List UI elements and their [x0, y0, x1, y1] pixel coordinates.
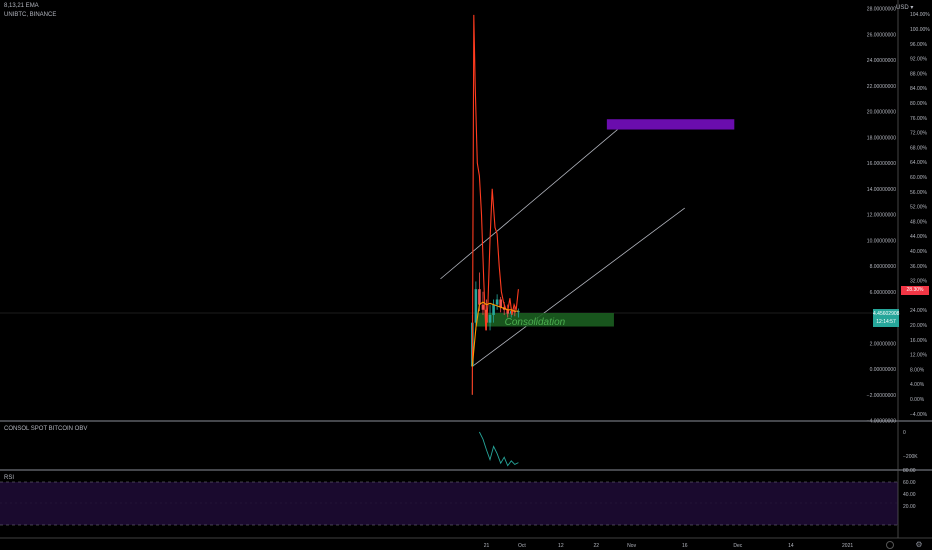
indicator-label[interactable]: 8,13,21 EMA	[4, 3, 39, 9]
candle-body-6	[492, 304, 495, 315]
chart-canvas[interactable]: 28.00000000 26.00000000 24.00000000 22.0000…	[0, 0, 932, 550]
percent-tick-12: 56.00%	[910, 190, 928, 196]
countdown-value: 12:14:57	[876, 319, 896, 325]
percent-tick-1: 100.00%	[910, 27, 930, 33]
price-tick-8: 12.00000000	[867, 213, 896, 219]
time-tick-0: 21	[484, 543, 490, 549]
price-tick-0: 28.00000000	[867, 7, 896, 13]
percent-tick-13: 52.00%	[910, 205, 928, 211]
percent-tick-0: 104.00%	[910, 12, 930, 18]
ema-series-0	[471, 14, 519, 395]
candle-body-3	[481, 304, 485, 310]
obv-tick-0: 0	[903, 430, 906, 436]
price-tick-3: 22.00000000	[867, 84, 896, 90]
auto-scale-button[interactable]	[886, 541, 894, 549]
channel-line-1	[472, 207, 685, 367]
price-tick-2: 24.00000000	[867, 58, 896, 64]
rsi-pane-title[interactable]: RSI	[4, 475, 14, 481]
percent-tick-5: 84.00%	[910, 86, 928, 92]
candle-body-8	[499, 299, 502, 308]
percent-tick-23: 8.00%	[910, 367, 925, 373]
price-tick-1: 26.00000000	[867, 32, 896, 38]
rsi-band	[0, 482, 898, 525]
time-tick-1: Oct	[518, 543, 526, 549]
percent-tick-25: 0.00%	[910, 397, 925, 403]
target-box	[606, 119, 735, 130]
ema-lines-layer	[471, 14, 519, 395]
price-tick-9: 10.00000000	[867, 238, 896, 244]
percent-tick-26: −4.00%	[910, 412, 928, 418]
candles-layer	[471, 272, 520, 395]
percent-tick-18: 32.00%	[910, 279, 928, 285]
percent-tick-8: 72.00%	[910, 131, 928, 137]
percent-tick-17: 36.00%	[910, 264, 928, 270]
price-tick-13: 0.00000000	[870, 367, 897, 373]
price-tick-10: 8.00000000	[870, 264, 897, 270]
time-tick-3: 22	[593, 543, 599, 549]
ema-percent-value: 28.30%	[906, 287, 924, 293]
time-tick-5: 16	[682, 543, 688, 549]
price-tick-5: 18.00000000	[867, 135, 896, 141]
axis-layer: 28.00000000 26.00000000 24.00000000 22.0000…	[484, 7, 931, 550]
rsi-tick-3: 20.00	[903, 504, 916, 510]
percent-tick-6: 80.00%	[910, 101, 928, 107]
ema-percent-badge: 28.30%	[901, 286, 929, 295]
percent-tick-10: 64.00%	[910, 160, 928, 166]
percent-tick-15: 44.00%	[910, 234, 928, 240]
current-price-badge: 4.45602908 12:14:57	[873, 309, 899, 327]
currency-dropdown-icon: ▾	[910, 5, 914, 11]
obv-layer	[478, 431, 519, 467]
percent-tick-2: 96.00%	[910, 42, 928, 48]
candle-body-5	[488, 314, 492, 323]
time-tick-6: Dec	[733, 543, 742, 549]
price-tick-12: 2.00000000	[870, 341, 897, 347]
obv-pane-title[interactable]: CONSOL SPOT BITCOIN OBV	[4, 426, 87, 432]
obv-series	[478, 431, 519, 467]
rsi-tick-2: 40.00	[903, 492, 916, 498]
percent-tick-4: 88.00%	[910, 71, 928, 77]
percent-tick-3: 92.00%	[910, 57, 928, 63]
percent-tick-11: 60.00%	[910, 175, 928, 181]
percent-tick-16: 40.00%	[910, 249, 928, 255]
percent-tick-14: 48.00%	[910, 219, 928, 225]
obv-tick-1: −200K	[903, 454, 918, 460]
time-tick-7: 14	[788, 543, 794, 549]
candle-body-1	[474, 289, 478, 323]
time-tick-2: 12	[558, 543, 564, 549]
currency-label[interactable]: USD ▾	[896, 4, 913, 11]
price-tick-14: −2.00000000	[867, 393, 897, 399]
candle-body-2	[478, 289, 481, 305]
price-tick-11: 6.00000000	[870, 290, 897, 296]
chart-screen: 28.00000000 26.00000000 24.00000000 22.0000…	[0, 0, 932, 550]
rsi-tick-1: 60.00	[903, 480, 916, 486]
settings-gear-icon[interactable]: ⚙	[914, 540, 924, 550]
price-tick-4: 20.00000000	[867, 110, 896, 116]
current-price-value: 4.45602908	[873, 311, 900, 317]
percent-tick-19: 24.00%	[910, 308, 928, 314]
rsi-tick-0: 80.00	[903, 468, 916, 474]
symbol-label[interactable]: UNIBTC, BINANCE	[4, 12, 56, 18]
price-tick-15: −4.00000000	[867, 419, 897, 425]
percent-tick-22: 12.00%	[910, 353, 928, 359]
time-tick-8: 2021	[842, 543, 853, 549]
percent-tick-9: 68.00%	[910, 145, 928, 151]
percent-tick-21: 16.00%	[910, 338, 928, 344]
price-tick-7: 14.00000000	[867, 187, 896, 193]
time-tick-4: Nov	[627, 543, 636, 549]
consolidation-label[interactable]: Consolidation	[505, 317, 566, 328]
candle-body-7	[495, 299, 499, 305]
percent-tick-24: 4.00%	[910, 382, 925, 388]
price-tick-6: 16.00000000	[867, 161, 896, 167]
drawings-layer	[440, 119, 735, 367]
percent-tick-7: 76.00%	[910, 116, 928, 122]
channel-line-0	[440, 129, 618, 280]
currency-code: USD	[896, 5, 909, 11]
percent-tick-20: 20.00%	[910, 323, 928, 329]
